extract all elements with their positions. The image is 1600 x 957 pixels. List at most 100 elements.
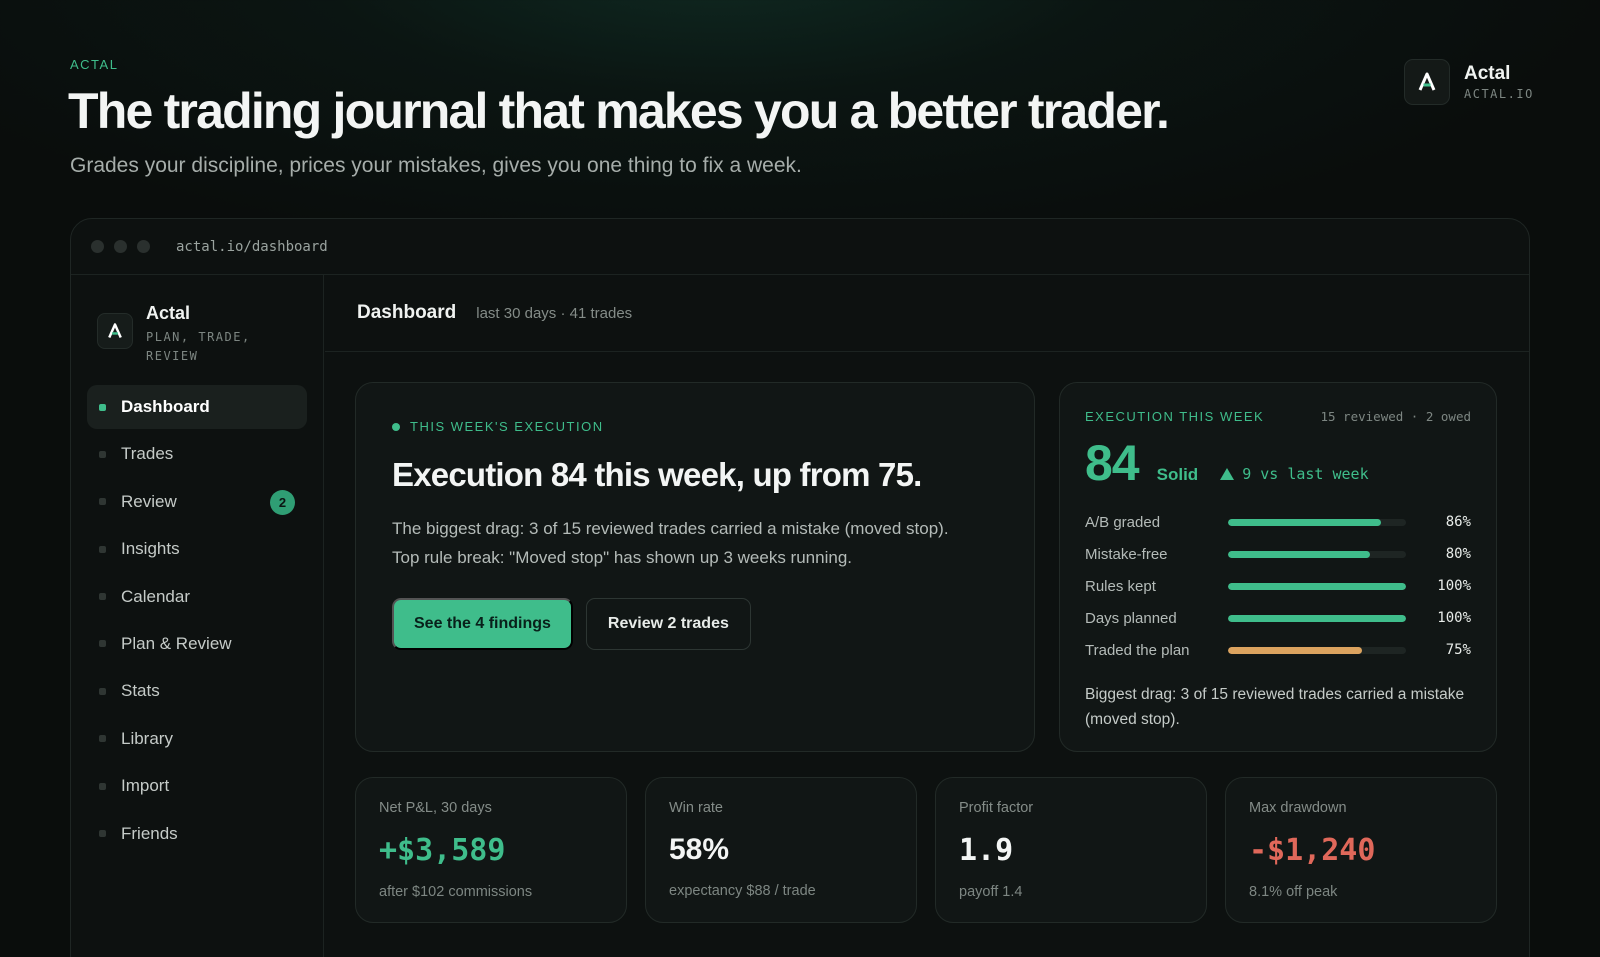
metric-bar	[1228, 646, 1406, 654]
stat-value: 58%	[669, 833, 730, 866]
metric-label: Traded the plan	[1085, 641, 1190, 659]
nav-bullet-icon	[99, 830, 106, 838]
stat-label: Max drawdown	[1249, 800, 1347, 816]
stat-value: +$3,589	[379, 833, 506, 868]
metric-bar	[1228, 518, 1406, 526]
execution-title: Execution 84 this week, up from 75.	[392, 456, 922, 493]
page-title: Dashboard	[357, 302, 457, 323]
execution-card: THIS WEEK'S EXECUTION Execution 84 this …	[355, 382, 1035, 752]
metric-value: 100%	[1437, 578, 1471, 594]
status-dot-icon	[392, 422, 400, 431]
stat-label: Win rate	[669, 800, 723, 816]
score-delta-label: 9 vs last week	[1242, 465, 1369, 483]
sidebar-item-label: Friends	[121, 823, 178, 843]
metric-bar	[1228, 614, 1406, 622]
sidebar-item-dashboard[interactable]: Dashboard	[87, 385, 307, 429]
sidebar-item-library[interactable]: Library	[87, 717, 307, 761]
metric-row: Traded the plan 75%	[1085, 634, 1471, 666]
metric-label: A/B graded	[1085, 513, 1161, 531]
metric-bar	[1228, 582, 1406, 590]
sidebar-item-label: Trades	[121, 444, 174, 464]
sidebar-item-label: Plan & Review	[121, 633, 232, 653]
address-bar[interactable]: actal.io/dashboard	[176, 239, 328, 255]
metric-bar-fill	[1228, 582, 1406, 590]
metric-value: 100%	[1437, 610, 1471, 626]
sidebar-tagline: PLAN, TRADE, REVIEW	[146, 330, 251, 363]
sidebar-item-review[interactable]: Review 2	[87, 480, 307, 524]
nav-bullet-icon	[99, 403, 106, 411]
trend-up-icon	[1220, 468, 1235, 480]
sidebar-item-import[interactable]: Import	[87, 764, 307, 808]
metric-row: Rules kept 100%	[1085, 570, 1471, 602]
stat-note: after $102 commissions	[379, 884, 533, 900]
sidebar-item-label: Calendar	[121, 586, 190, 606]
stat-card-profit-factor: Profit factor 1.9 payoff 1.4	[935, 777, 1207, 923]
stat-card-win-rate: Win rate 58% expectancy $88 / trade	[645, 777, 917, 923]
nav-bullet-icon	[99, 640, 106, 648]
nav-bullet-icon	[99, 545, 106, 553]
metric-row: Mistake-free 80%	[1085, 538, 1471, 570]
metric-row: Days planned 100%	[1085, 602, 1471, 634]
hero-eyebrow: ACTAL	[70, 57, 119, 72]
sidebar-brand-name: Actal	[146, 303, 191, 323]
sidebar-item-calendar[interactable]: Calendar	[87, 575, 307, 619]
window-minimize-dot[interactable]	[114, 240, 127, 253]
stat-note: 8.1% off peak	[1249, 884, 1338, 900]
stat-row: Net P&L, 30 days +$3,589 after $102 comm…	[355, 777, 1497, 923]
score-card-header: EXECUTION THIS WEEK 15 reviewed · 2 owed	[1085, 409, 1471, 424]
metric-bar	[1228, 550, 1406, 558]
window-maximize-dot[interactable]	[137, 240, 150, 253]
metric-label: Mistake-free	[1085, 545, 1168, 563]
nav-bullet-icon	[99, 735, 106, 743]
nav-bullet-icon	[99, 450, 106, 458]
sidebar-item-label: Library	[121, 728, 173, 748]
brand-name: Actal	[1464, 63, 1511, 84]
brand-domain: ACTAL.IO	[1464, 87, 1534, 101]
sidebar-item-label: Dashboard	[121, 397, 210, 416]
logo-icon	[97, 313, 133, 349]
sidebar-item-label: Review	[121, 491, 177, 511]
score-card-footnote: Biggest drag: 3 of 15 reviewed trades ca…	[1085, 686, 1465, 728]
execution-body: The biggest drag: 3 of 15 reviewed trade…	[392, 514, 998, 572]
page-meta: last 30 days · 41 trades	[476, 304, 633, 322]
metric-row: A/B graded 86%	[1085, 506, 1471, 538]
window-close-dot[interactable]	[91, 240, 104, 253]
main-content: Dashboard last 30 days · 41 trades THIS …	[325, 275, 1529, 957]
logo-icon	[1404, 59, 1450, 105]
metric-list: A/B graded 86% Mistake-free 80% Rules kept…	[1085, 506, 1471, 666]
stat-value: 1.9	[959, 833, 1014, 868]
metric-value: 86%	[1445, 514, 1471, 530]
execution-score: 84	[1085, 435, 1140, 491]
nav-bullet-icon	[99, 687, 106, 695]
sidebar-item-friends[interactable]: Friends	[87, 812, 307, 856]
execution-eyebrow: THIS WEEK'S EXECUTION	[392, 419, 998, 434]
nav-bullet-icon	[99, 593, 106, 601]
metric-bar-fill	[1228, 550, 1371, 558]
metric-value: 80%	[1445, 546, 1471, 562]
review-trades-button[interactable]: Review 2 trades	[585, 598, 751, 650]
see-findings-button[interactable]: See the 4 findings	[392, 598, 573, 650]
execution-grade: Solid	[1156, 465, 1199, 484]
metric-bar-fill	[1228, 614, 1406, 622]
review-count-badge: 2	[270, 489, 295, 515]
sidebar-item-insights[interactable]: Insights	[87, 527, 307, 571]
score-card-eyebrow: EXECUTION THIS WEEK	[1085, 409, 1265, 424]
stat-card-max-drawdown: Max drawdown -$1,240 8.1% off peak	[1225, 777, 1497, 923]
sidebar-item-label: Import	[121, 776, 170, 796]
stat-note: expectancy $88 / trade	[669, 883, 816, 899]
hero-headline: The trading journal that makes you a bet…	[68, 83, 1170, 139]
sidebar-item-stats[interactable]: Stats	[87, 669, 307, 713]
brand-badge: Actal ACTAL.IO	[1404, 59, 1534, 105]
stat-card-net-pnl: Net P&L, 30 days +$3,589 after $102 comm…	[355, 777, 627, 923]
stat-note: payoff 1.4	[959, 884, 1023, 900]
metric-value: 75%	[1445, 642, 1471, 658]
hero-subline: Grades your discipline, prices your mist…	[70, 154, 802, 177]
execution-score-card: EXECUTION THIS WEEK 15 reviewed · 2 owed…	[1059, 382, 1497, 752]
app-window: actal.io/dashboard Actal PLAN, TRADE, RE…	[70, 218, 1530, 957]
sidebar-item-label: Insights	[121, 539, 180, 559]
stat-value: -$1,240	[1249, 833, 1376, 868]
sidebar-item-trades[interactable]: Trades	[87, 432, 307, 476]
execution-actions: See the 4 findings Review 2 trades	[392, 598, 998, 650]
sidebar-item-plan-review[interactable]: Plan & Review	[87, 622, 307, 666]
score-row: 84 Solid 9 vs last week	[1085, 434, 1471, 492]
